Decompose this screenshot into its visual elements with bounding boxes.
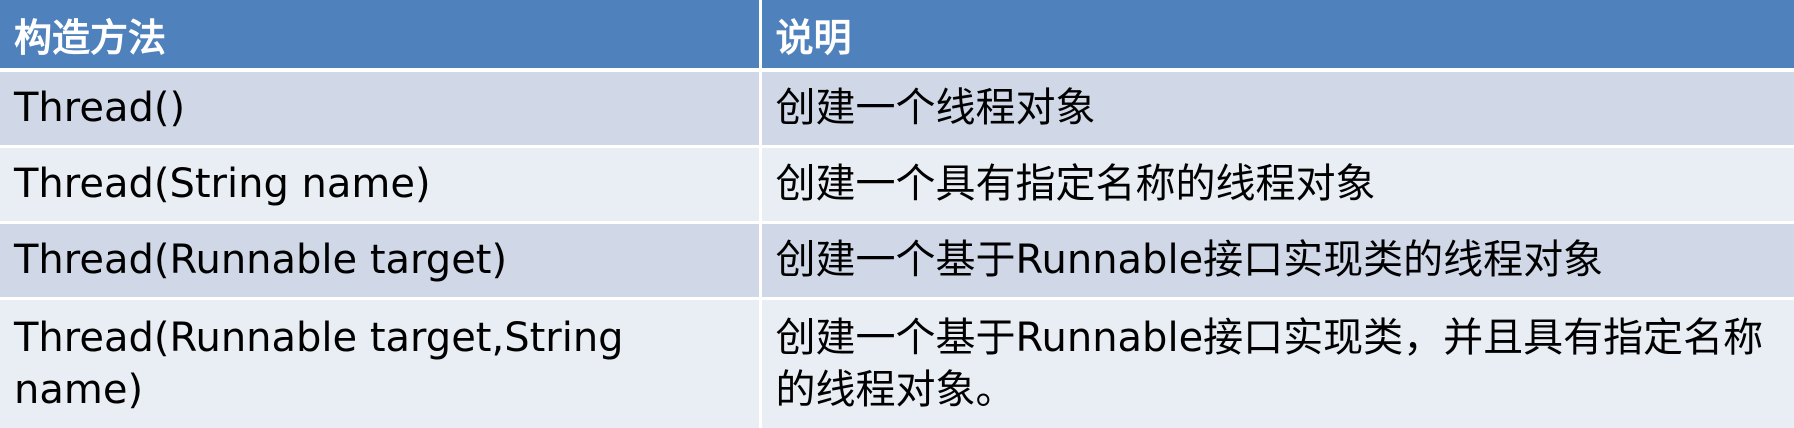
constructor-cell: Thread(String name) — [0, 144, 760, 223]
header-description: 说明 — [758, 0, 1794, 72]
header-constructor: 构造方法 — [0, 0, 760, 72]
description-cell: 创建一个基于Runnable接口实现类，并且具有指定名称的线程对象。 — [758, 296, 1794, 428]
description-cell: 创建一个线程对象 — [758, 68, 1794, 147]
constructor-cell: Thread(Runnable target) — [0, 220, 760, 299]
constructor-table: 构造方法 说明 Thread() 创建一个线程对象 Thread(String … — [0, 0, 1794, 428]
table-header-row: 构造方法 说明 — [0, 0, 1794, 72]
table-row: Thread(String name) 创建一个具有指定名称的线程对象 — [0, 144, 1794, 223]
description-cell: 创建一个具有指定名称的线程对象 — [758, 144, 1794, 223]
description-cell: 创建一个基于Runnable接口实现类的线程对象 — [758, 220, 1794, 299]
constructor-cell: Thread(Runnable target,String name) — [0, 296, 760, 428]
table-row: Thread(Runnable target,String name) 创建一个… — [0, 296, 1794, 428]
table-row: Thread(Runnable target) 创建一个基于Runnable接口… — [0, 220, 1794, 299]
table-row: Thread() 创建一个线程对象 — [0, 68, 1794, 147]
constructor-cell: Thread() — [0, 68, 760, 147]
